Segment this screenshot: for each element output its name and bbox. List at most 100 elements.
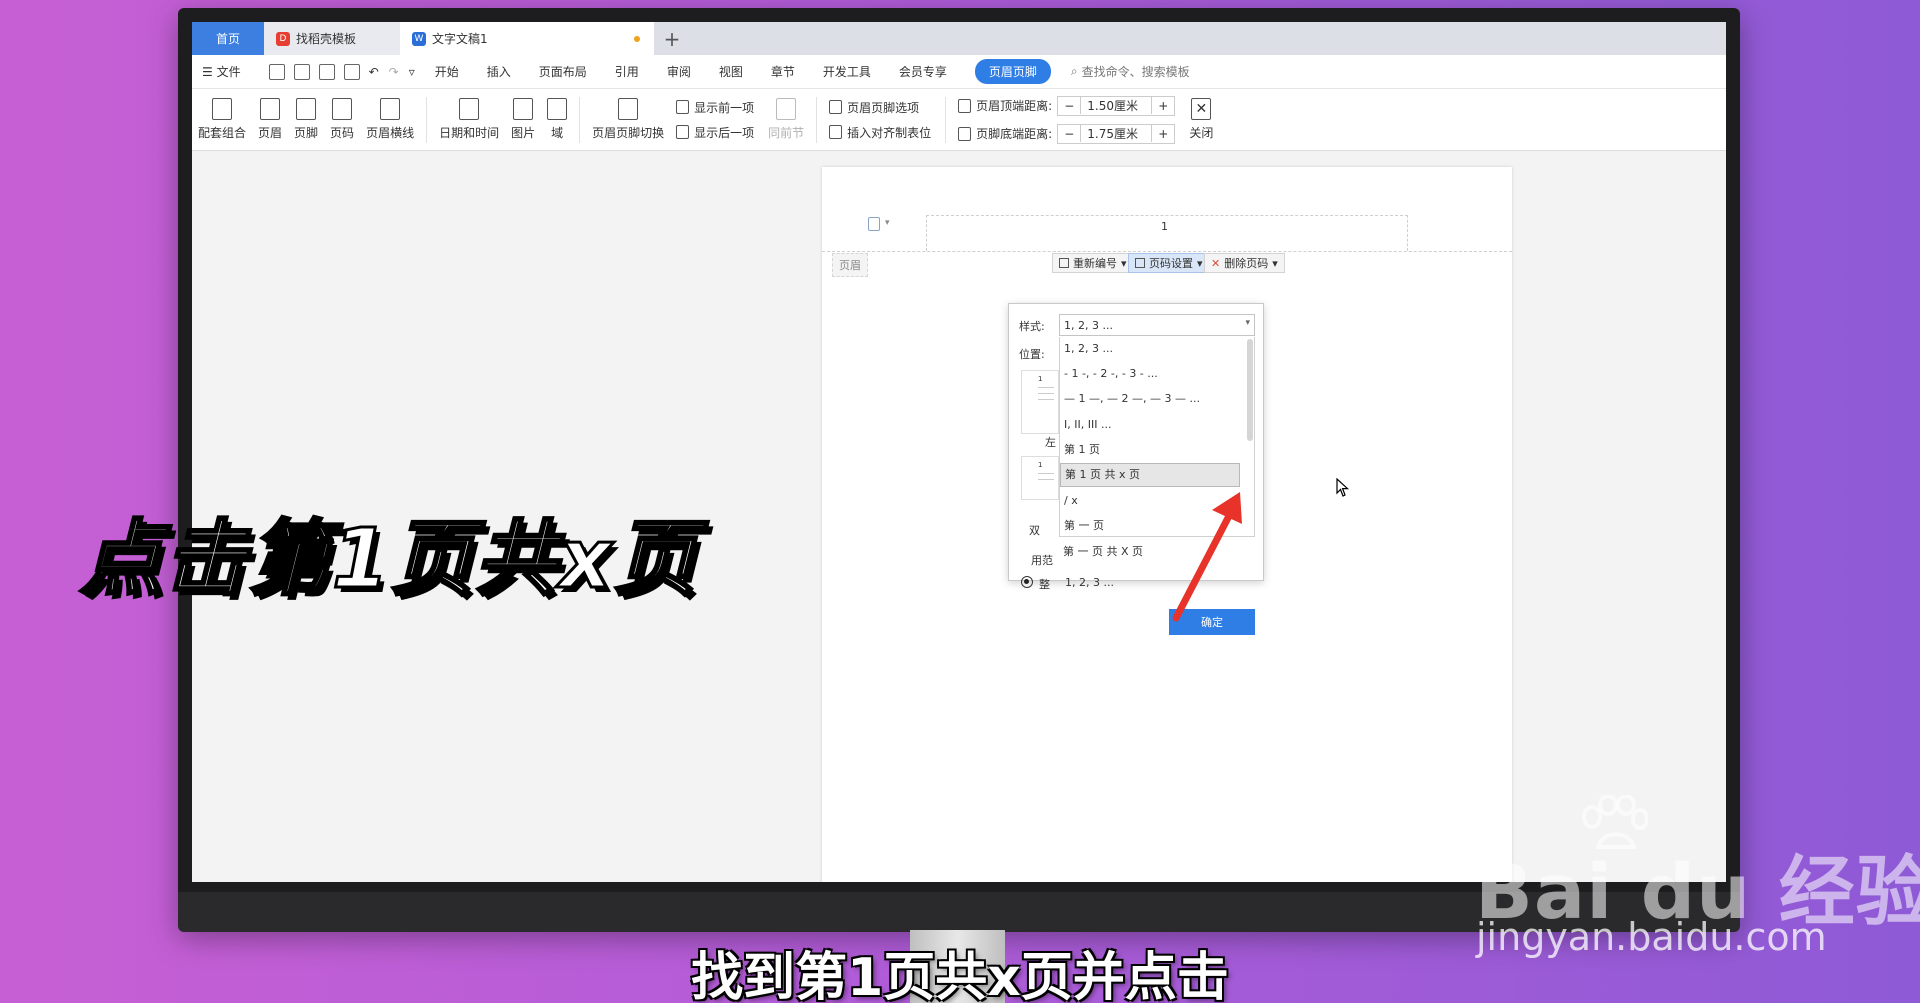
header-icon — [260, 98, 281, 120]
tab-stop-icon — [829, 125, 843, 139]
calendar-icon — [459, 98, 480, 120]
header-tag: 页眉 — [832, 253, 868, 277]
bottom-distance-stepper[interactable]: − 1.75厘米 + — [1057, 123, 1176, 144]
tab-template-label: 找稻壳模板 — [296, 32, 357, 46]
style-option[interactable]: 第 1 页 — [1064, 438, 1244, 462]
whole-doc-radio[interactable] — [1021, 576, 1033, 588]
save-icon[interactable] — [268, 63, 285, 80]
picture-button[interactable]: 图片 — [511, 98, 535, 141]
menu-review[interactable]: 审阅 — [667, 63, 691, 80]
combo-label: 配套组合 — [198, 126, 247, 140]
pagenum-settings-label: 页码设置 — [1149, 257, 1193, 270]
distance-group: 页眉顶端距离: − 1.50厘米 + 页脚底端距离: − 1.75厘米 + — [958, 95, 1176, 144]
insert-tab-button[interactable]: 插入对齐制表位 — [829, 124, 931, 141]
style-option[interactable]: 1, 2, 3 ... — [1064, 337, 1244, 361]
delete-pagenum-label: 删除页码 — [1224, 257, 1269, 270]
tab-template[interactable]: D 找稻壳模板 — [264, 22, 400, 55]
footer-icon — [296, 98, 317, 120]
top-distance-increment[interactable]: + — [1152, 99, 1174, 113]
chevron-down-icon: ▾ — [1272, 256, 1278, 270]
new-tab-button[interactable]: + — [654, 22, 690, 55]
menu-start[interactable]: 开始 — [435, 63, 459, 80]
renumber-label: 重新编号 — [1073, 257, 1117, 270]
header-area[interactable]: 1 — [926, 215, 1408, 251]
close-header-footer-button[interactable]: ✕ 关闭 — [1189, 98, 1213, 141]
style-option[interactable]: — 1 —, — 2 —, — 3 — ... — [1064, 387, 1244, 411]
menu-insert[interactable]: 插入 — [487, 63, 511, 80]
picture-icon — [513, 98, 534, 120]
command-search[interactable]: ⌕ 查找命令、搜索模板 — [1071, 63, 1190, 80]
position-preview-left[interactable]: 1 — [1021, 370, 1059, 434]
header-line-icon — [380, 98, 401, 120]
header-line-button[interactable]: 页眉横线 — [366, 98, 414, 141]
bottom-distance-increment[interactable]: + — [1152, 127, 1174, 141]
hf-options-button[interactable]: 页眉页脚选项 — [829, 99, 931, 116]
renumber-button[interactable]: 重新编号 ▾ — [1052, 253, 1134, 273]
menu-bar: ☰ 文件 ↶ ↷ ▿ 开始 插入 页面布局 引用 审阅 视图 章节 开发工具 会… — [192, 55, 1726, 89]
preview-icon[interactable] — [343, 63, 360, 80]
menu-chapter[interactable]: 章节 — [771, 63, 795, 80]
redo-icon[interactable]: ↷ — [389, 65, 399, 79]
style-select[interactable]: 1, 2, 3 ... ▾ — [1059, 314, 1255, 336]
hash-icon — [332, 98, 353, 120]
unsaved-dot-icon — [634, 35, 640, 42]
combo-icon — [212, 98, 232, 120]
top-distance-value[interactable]: 1.50厘米 — [1080, 97, 1153, 114]
bottom-distance-value[interactable]: 1.75厘米 — [1080, 125, 1153, 142]
menu-reference[interactable]: 引用 — [615, 63, 639, 80]
style-option[interactable]: - 1 -, - 2 -, - 3 - ... — [1064, 362, 1244, 386]
field-button[interactable]: 域 — [547, 98, 568, 141]
chevron-down-icon: ▾ — [1197, 256, 1203, 270]
pagenum-settings-button[interactable]: 页码设置 ▾ — [1128, 253, 1210, 273]
menu-view[interactable]: 视图 — [719, 63, 743, 80]
show-prev-button[interactable]: 显示前一项 — [676, 99, 754, 116]
bottom-distance-icon — [958, 126, 972, 141]
header-button[interactable]: 页眉 — [258, 98, 282, 141]
preview-line — [1038, 473, 1054, 474]
baidu-watermark-url: jingyan.baidu.com — [1476, 915, 1827, 959]
chevron-down-icon: ▾ — [1245, 318, 1250, 328]
more-chevron-icon[interactable]: ▿ — [409, 65, 415, 79]
delete-pagenum-button[interactable]: ✕ 删除页码 ▾ — [1204, 253, 1285, 273]
position-label: 位置: — [1019, 348, 1045, 361]
preview-line — [1038, 479, 1054, 480]
bottom-distance-decrement[interactable]: − — [1058, 127, 1080, 141]
show-next-button[interactable]: 显示后一项 — [676, 124, 754, 141]
chevron-down-icon[interactable]: ▾ — [885, 218, 890, 228]
menu-layout[interactable]: 页面布局 — [539, 63, 587, 80]
top-distance-decrement[interactable]: − — [1058, 99, 1080, 113]
docer-icon: D — [276, 31, 290, 46]
mouse-cursor-icon — [1336, 478, 1350, 497]
style-label: 样式: — [1019, 320, 1045, 333]
datetime-button[interactable]: 日期和时间 — [439, 98, 499, 141]
style-option[interactable]: I, II, III ... — [1064, 413, 1244, 437]
menu-header-footer[interactable]: 页眉页脚 — [974, 59, 1051, 84]
style-select-value: 1, 2, 3 ... — [1064, 318, 1113, 332]
preview-line — [1038, 399, 1054, 400]
footer-button[interactable]: 页脚 — [294, 98, 318, 141]
export-icon[interactable] — [293, 63, 310, 80]
menu-member[interactable]: 会员专享 — [899, 63, 947, 80]
same-as-prev-button[interactable]: 同前节 — [768, 98, 804, 141]
undo-icon[interactable]: ↶ — [369, 65, 379, 79]
command-search-label: 查找命令、搜索模板 — [1081, 65, 1190, 79]
print-icon[interactable] — [318, 63, 335, 80]
switch-button[interactable]: 页眉页脚切换 — [592, 98, 664, 141]
top-distance-stepper[interactable]: − 1.50厘米 + — [1057, 95, 1176, 116]
dropdown-scrollbar[interactable] — [1247, 339, 1253, 441]
file-menu-label: 文件 — [216, 65, 241, 79]
combo-button[interactable]: 配套组合 — [198, 98, 246, 141]
ribbon-toolbar: 配套组合 页眉 页脚 页码 页眉横线 日期和时间 图片 域 页眉页脚切换 显示前… — [192, 89, 1726, 151]
pagenum-button[interactable]: 页码 — [330, 98, 354, 141]
page-number-doc-icon[interactable] — [868, 217, 880, 231]
menu-devtools[interactable]: 开发工具 — [823, 63, 871, 80]
whole-doc-value: 1, 2, 3 ... — [1065, 576, 1114, 589]
tab-home[interactable]: 首页 — [192, 22, 264, 55]
header-page-number: 1 — [1161, 220, 1168, 233]
tab-document[interactable]: W 文字文稿1 — [400, 22, 654, 55]
file-menu[interactable]: ☰ 文件 — [202, 63, 241, 80]
header-divider — [822, 251, 1512, 252]
position-preview-center[interactable]: 1 — [1021, 456, 1059, 500]
top-distance-row: 页眉顶端距离: − 1.50厘米 + — [958, 95, 1176, 116]
field-label: 域 — [551, 126, 564, 140]
